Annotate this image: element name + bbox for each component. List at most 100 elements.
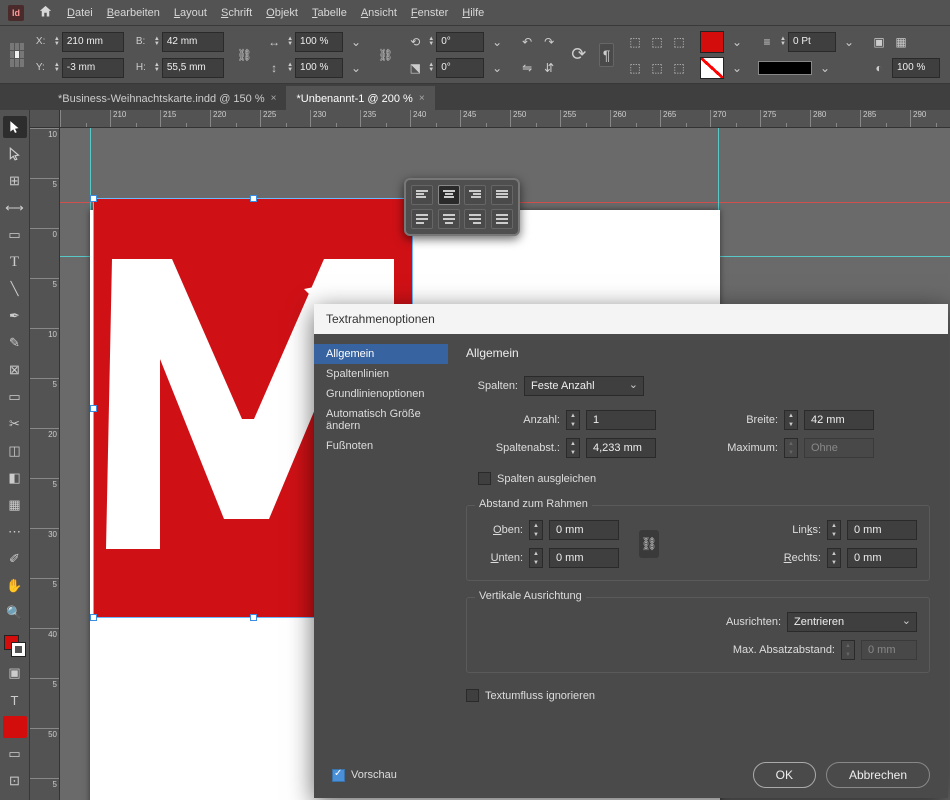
free-transform-tool[interactable]: ◫ xyxy=(3,440,27,462)
flip-v-icon[interactable]: ⇵ xyxy=(540,59,558,77)
preview-checkbox[interactable]: Vorschau xyxy=(332,769,397,782)
align-center-icon[interactable]: ⬚ xyxy=(648,33,666,51)
h-input[interactable] xyxy=(162,58,224,78)
align-right-icon[interactable]: ⬚ xyxy=(670,33,688,51)
h-spinner[interactable]: ▲▼ xyxy=(154,63,160,73)
stroke-style-preview[interactable] xyxy=(758,61,812,75)
align-left-icon[interactable]: ⬚ xyxy=(626,33,644,51)
opacity-input[interactable] xyxy=(892,58,940,78)
scissors-tool[interactable]: ✂ xyxy=(3,413,27,435)
x-spinner[interactable]: ▲▼ xyxy=(54,37,60,47)
align-opt5-btn[interactable] xyxy=(411,209,433,229)
bottom-input[interactable] xyxy=(549,548,619,568)
width-spinner[interactable]: ▲▼ xyxy=(784,410,798,430)
balance-columns-checkbox[interactable]: Spalten ausgleichen xyxy=(478,472,596,485)
gradient-swatch-tool[interactable]: ◧ xyxy=(3,467,27,489)
menu-ansicht[interactable]: Ansicht xyxy=(361,7,397,19)
sidebar-item-allgemein[interactable]: Allgemein xyxy=(314,344,448,364)
menu-tabelle[interactable]: Tabelle xyxy=(312,7,347,19)
bottom-spinner[interactable]: ▲▼ xyxy=(529,548,543,568)
gutter-spinner[interactable]: ▲▼ xyxy=(566,438,580,458)
link-inset-icon[interactable]: ⛓ xyxy=(639,530,659,558)
w-input[interactable] xyxy=(162,32,224,52)
menu-datei[interactable]: Datei xyxy=(67,7,93,19)
cancel-button[interactable]: Abbrechen xyxy=(826,762,930,788)
note-tool[interactable]: ⋯ xyxy=(3,521,27,543)
menu-layout[interactable]: Layout xyxy=(174,7,207,19)
scalex-spinner[interactable]: ▲▼ xyxy=(287,37,293,47)
rectangle-tool[interactable]: ▭ xyxy=(3,386,27,408)
content-collector-tool[interactable]: ▭ xyxy=(3,224,27,246)
effects-icon[interactable]: ▣ xyxy=(870,33,888,51)
align-center-btn[interactable] xyxy=(438,185,460,205)
stroke-dropdown-icon[interactable]: ⌄ xyxy=(728,59,746,77)
sidebar-item-autosize[interactable]: Automatisch Größe ändern xyxy=(314,404,448,436)
scale-x-input[interactable] xyxy=(295,32,343,52)
clear-transform-icon[interactable]: ⟳ xyxy=(570,46,587,64)
document-tab[interactable]: *Unbenannt-1 @ 200 %× xyxy=(286,86,434,110)
menu-hilfe[interactable]: Hilfe xyxy=(462,7,484,19)
align-bottom-btn[interactable] xyxy=(464,185,486,205)
constrain-wh-icon[interactable]: ⛓ xyxy=(236,46,253,64)
constrain-scale-icon[interactable]: ⛓ xyxy=(377,46,394,64)
fill-stroke-swatch[interactable] xyxy=(4,635,26,657)
dialog-title-bar[interactable]: Textrahmenoptionen xyxy=(314,304,948,334)
resize-handle[interactable] xyxy=(90,614,97,621)
fill-dropdown-icon[interactable]: ⌄ xyxy=(728,33,746,51)
top-spinner[interactable]: ▲▼ xyxy=(529,520,543,540)
rotate-spinner[interactable]: ▲▼ xyxy=(428,37,434,47)
ok-button[interactable]: OK xyxy=(753,762,816,788)
resize-handle[interactable] xyxy=(90,405,97,412)
stroke-style-dropdown-icon[interactable]: ⌄ xyxy=(816,59,834,77)
w-spinner[interactable]: ▲▼ xyxy=(154,37,160,47)
apply-color-icon[interactable] xyxy=(3,716,27,738)
sidebar-item-fussnoten[interactable]: Fußnoten xyxy=(314,436,448,456)
resize-handle[interactable] xyxy=(90,195,97,202)
menu-fenster[interactable]: Fenster xyxy=(411,7,448,19)
gradient-feather-tool[interactable]: ▦ xyxy=(3,494,27,516)
shear-dropdown-icon[interactable]: ⌄ xyxy=(488,59,506,77)
close-icon[interactable]: × xyxy=(419,93,425,104)
close-icon[interactable]: × xyxy=(271,93,277,104)
paragraph-mode-icon[interactable]: ¶ xyxy=(599,43,614,67)
wrap-icon[interactable]: ▦ xyxy=(892,33,910,51)
pen-tool[interactable]: ✒ xyxy=(3,305,27,327)
ruler-origin[interactable] xyxy=(30,110,60,128)
vertical-ruler[interactable]: 10505105205305405505 xyxy=(30,128,60,800)
resize-handle[interactable] xyxy=(250,195,257,202)
scale-x-dropdown-icon[interactable]: ⌄ xyxy=(347,33,365,51)
scaley-spinner[interactable]: ▲▼ xyxy=(287,63,293,73)
format-text-icon[interactable]: T xyxy=(3,689,27,711)
scale-y-dropdown-icon[interactable]: ⌄ xyxy=(347,59,365,77)
right-spinner[interactable]: ▲▼ xyxy=(827,548,841,568)
rotate-dropdown-icon[interactable]: ⌄ xyxy=(488,33,506,51)
distribute-v-icon[interactable]: ⬚ xyxy=(648,59,666,77)
shear-input[interactable] xyxy=(436,58,484,78)
sw-spinner[interactable]: ▲▼ xyxy=(780,37,786,47)
gap-tool[interactable]: ⟷ xyxy=(3,197,27,219)
format-container-icon[interactable]: ▣ xyxy=(3,662,27,684)
top-input[interactable] xyxy=(549,520,619,540)
hand-tool[interactable]: ✋ xyxy=(3,575,27,597)
x-input[interactable] xyxy=(62,32,124,52)
vertical-align-select[interactable]: Zentrieren xyxy=(787,612,917,632)
document-tab[interactable]: *Business-Weihnachtskarte.indd @ 150 %× xyxy=(48,86,286,110)
columns-type-select[interactable]: Feste Anzahl xyxy=(524,376,644,396)
align-justify-btn[interactable] xyxy=(491,185,513,205)
zoom-tool[interactable]: 🔍 xyxy=(3,602,27,624)
width-input[interactable] xyxy=(804,410,874,430)
y-spinner[interactable]: ▲▼ xyxy=(54,63,60,73)
count-spinner[interactable]: ▲▼ xyxy=(566,410,580,430)
align-top-btn[interactable] xyxy=(411,185,433,205)
rotate-cw-icon[interactable]: ↷ xyxy=(540,33,558,51)
rectangle-frame-tool[interactable]: ⊠ xyxy=(3,359,27,381)
ignore-wrap-checkbox[interactable]: Textumfluss ignorieren xyxy=(466,689,595,702)
align-opt6-btn[interactable] xyxy=(438,209,460,229)
page-tool[interactable]: ⊞ xyxy=(3,170,27,192)
menu-bearbeiten[interactable]: Bearbeiten xyxy=(107,7,160,19)
selection-tool[interactable] xyxy=(3,116,27,138)
pencil-tool[interactable]: ✎ xyxy=(3,332,27,354)
view-options-icon[interactable]: ⊡ xyxy=(3,770,27,792)
menu-objekt[interactable]: Objekt xyxy=(266,7,298,19)
stroke-color-swatch[interactable] xyxy=(700,57,724,79)
